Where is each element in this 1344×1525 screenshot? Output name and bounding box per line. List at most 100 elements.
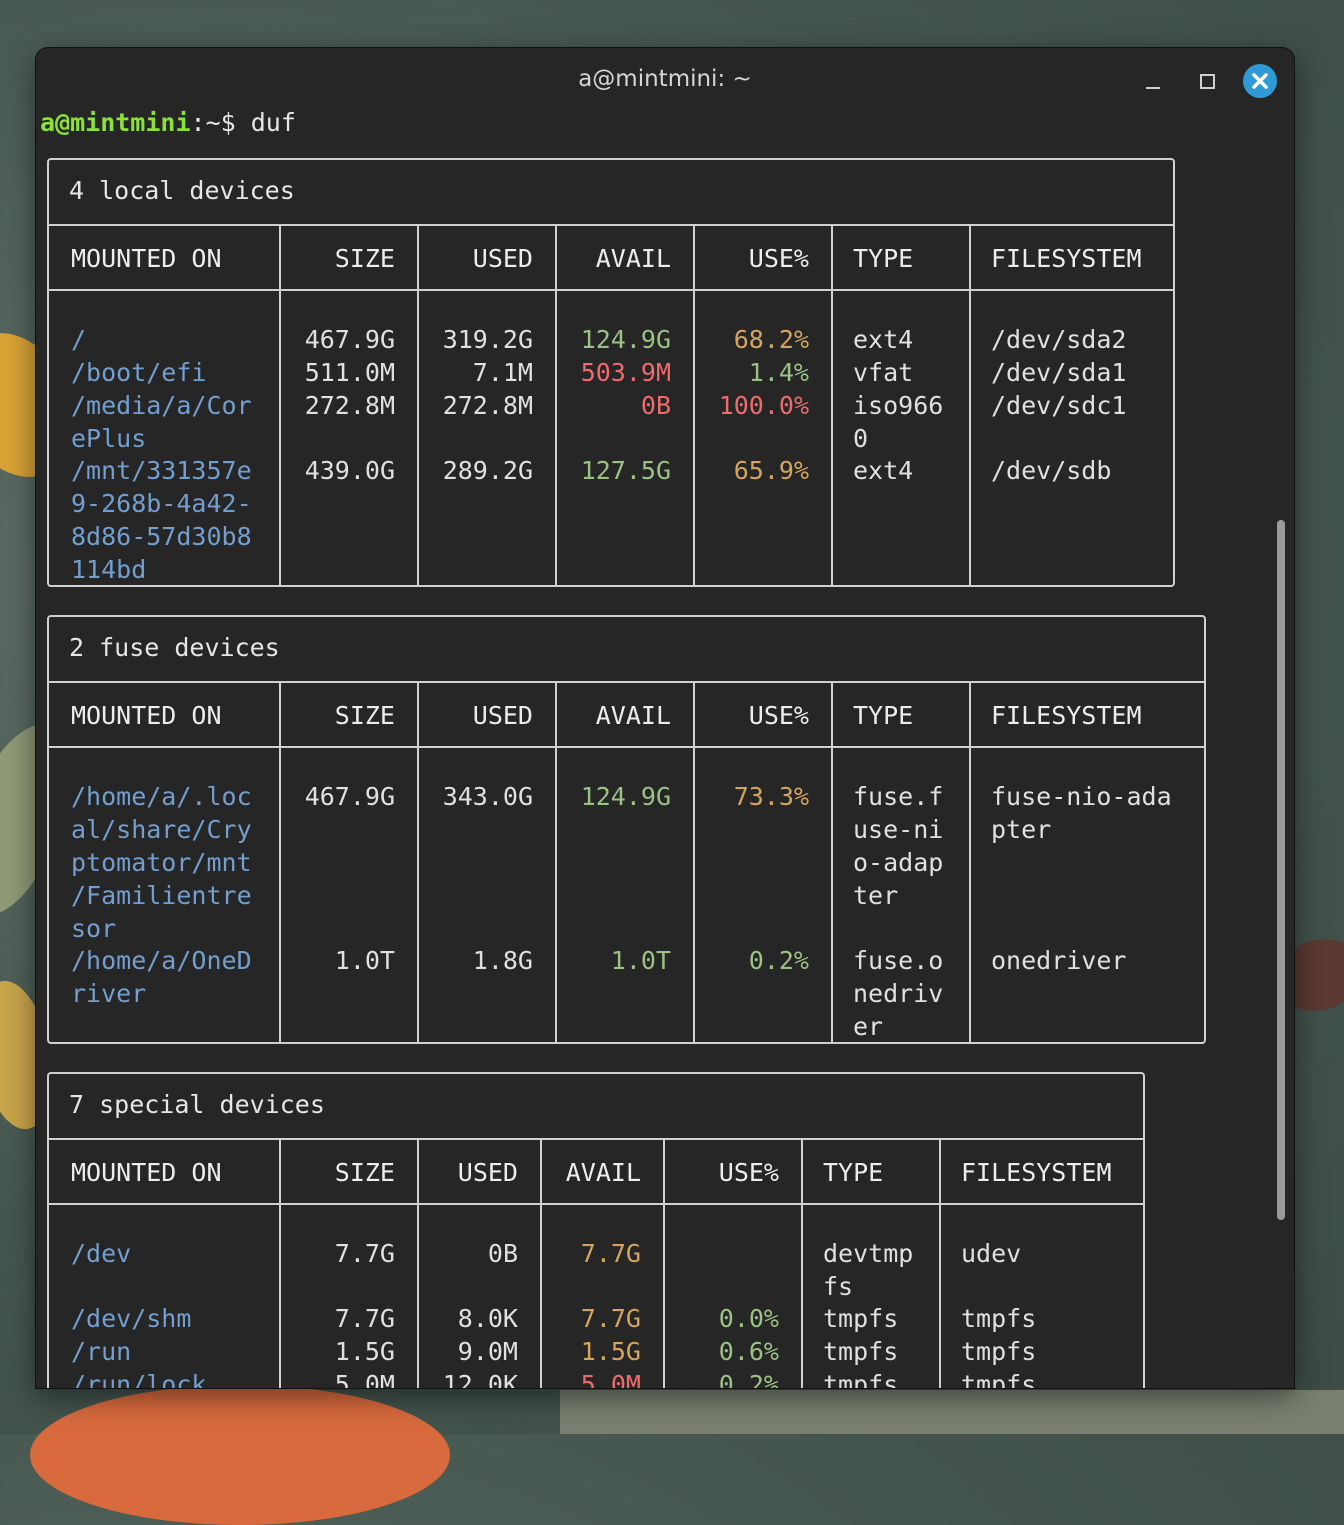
terminal-window: a@mintmini: ~ a@mintmini:~$ duf 4 local … <box>36 48 1294 1388</box>
cell-type: ext4 <box>853 456 914 485</box>
column-header: TYPE <box>853 244 914 273</box>
cell-use: 73.3% <box>733 782 809 811</box>
cell-mount: /run <box>71 1337 132 1366</box>
maximize-button[interactable] <box>1190 64 1224 98</box>
cell-size: 467.9G <box>304 325 395 354</box>
column-divider <box>693 681 695 1042</box>
prompt-path: :~ <box>190 108 221 137</box>
column-header: FILESYSTEM <box>961 1158 1112 1187</box>
cell-use: 100.0% <box>718 391 809 420</box>
column-header: TYPE <box>823 1158 884 1187</box>
shell-prompt[interactable]: a@mintmini:~$ duf <box>40 108 296 137</box>
column-divider <box>831 224 833 585</box>
cell-avail: 5.0M <box>580 1370 641 1388</box>
prompt-command: duf <box>235 108 296 137</box>
column-divider <box>801 1138 803 1388</box>
cell-mount: /dev/shm <box>71 1304 192 1333</box>
cell-fs: /dev/sda2 <box>991 325 1127 354</box>
cell-mount: /dev <box>71 1239 132 1268</box>
column-header: USE% <box>748 244 809 273</box>
cell-type: fuse.f use-ni o-adap ter <box>853 782 944 910</box>
cell-avail: 7.7G <box>580 1304 641 1333</box>
column-header: SIZE <box>334 244 395 273</box>
table-divider <box>49 224 1173 226</box>
cell-fs: tmpfs <box>961 1370 1037 1388</box>
column-header: MOUNTED ON <box>71 1158 222 1187</box>
cell-type: tmpfs <box>823 1337 899 1366</box>
cell-size: 467.9G <box>304 782 395 811</box>
panel-title: 7 special devices <box>69 1090 325 1119</box>
column-header: AVAIL <box>595 244 671 273</box>
cell-avail: 7.7G <box>580 1239 641 1268</box>
fuse-devices-panel: 2 fuse devices MOUNTED ON SIZE USED AVAIL USE… <box>47 615 1206 1044</box>
cell-mount: /mnt/331357e 9-268b-4a42- 8d86-57d30b8 1… <box>71 456 252 584</box>
cell-fs: fuse-nio-ada pter <box>991 782 1172 844</box>
special-devices-panel: 7 special devices MOUNTED ON SIZE USED AVAIL… <box>47 1072 1145 1388</box>
table-divider <box>49 1138 1143 1140</box>
cell-mount: /media/a/Cor ePlus <box>71 391 252 453</box>
cell-size: 1.5G <box>334 1337 395 1366</box>
cell-avail: 1.0T <box>610 946 671 975</box>
cell-type: ext4 <box>853 325 914 354</box>
cell-mount: /home/a/OneD river <box>71 946 252 1008</box>
panel-title: 2 fuse devices <box>69 633 280 662</box>
column-divider <box>417 681 419 1042</box>
cell-fs: /dev/sdb <box>991 456 1112 485</box>
column-divider <box>969 224 971 585</box>
cell-use: 0.2% <box>748 946 809 975</box>
table-divider <box>49 746 1204 748</box>
cell-type: devtmp fs <box>823 1239 914 1301</box>
cell-use: 0.2% <box>718 1370 779 1388</box>
cell-avail: 1.5G <box>580 1337 641 1366</box>
cell-used: 9.0M <box>457 1337 518 1366</box>
cell-type: tmpfs <box>823 1304 899 1333</box>
column-divider <box>939 1138 941 1388</box>
column-header: USED <box>457 1158 518 1187</box>
cell-avail: 127.5G <box>580 456 671 485</box>
scrollbar[interactable] <box>1277 520 1285 1220</box>
close-icon <box>1252 73 1268 89</box>
cell-size: 7.7G <box>334 1304 395 1333</box>
cell-avail: 124.9G <box>580 782 671 811</box>
cell-size: 5.0M <box>334 1370 395 1388</box>
cell-used: 319.2G <box>442 325 533 354</box>
panel-title: 4 local devices <box>69 176 295 205</box>
column-divider <box>279 681 281 1042</box>
cell-used: 8.0K <box>457 1304 518 1333</box>
cell-type: tmpfs <box>823 1370 899 1388</box>
cell-fs: onedriver <box>991 946 1127 975</box>
prompt-user-host: a@mintmini <box>40 108 191 137</box>
cell-used: 0B <box>487 1239 518 1268</box>
cell-avail: 124.9G <box>580 325 671 354</box>
column-header: FILESYSTEM <box>991 701 1142 730</box>
cell-fs: /dev/sdc1 <box>991 391 1127 420</box>
cell-use: 0.6% <box>718 1337 779 1366</box>
cell-fs: tmpfs <box>961 1304 1037 1333</box>
column-header: AVAIL <box>595 701 671 730</box>
cell-used: 343.0G <box>442 782 533 811</box>
cell-size: 511.0M <box>304 358 395 387</box>
background-fruit <box>30 1385 450 1525</box>
column-header: USE% <box>718 1158 779 1187</box>
titlebar[interactable]: a@mintmini: ~ <box>36 48 1294 110</box>
cell-used: 12.0K <box>442 1370 518 1388</box>
column-header: USED <box>472 244 533 273</box>
column-header: FILESYSTEM <box>991 244 1142 273</box>
cell-fs: udev <box>961 1239 1022 1268</box>
column-divider <box>555 681 557 1042</box>
column-divider <box>969 681 971 1042</box>
close-button[interactable] <box>1243 64 1277 98</box>
column-header: MOUNTED ON <box>71 244 222 273</box>
cell-size: 272.8M <box>304 391 395 420</box>
cell-use: 65.9% <box>733 456 809 485</box>
minimize-button[interactable] <box>1136 64 1170 98</box>
column-header: SIZE <box>334 701 395 730</box>
cell-use: 0.0% <box>718 1304 779 1333</box>
cell-avail: 503.9M <box>580 358 671 387</box>
cell-size: 1.0T <box>334 946 395 975</box>
window-title: a@mintmini: ~ <box>578 66 752 92</box>
cell-use: 68.2% <box>733 325 809 354</box>
cell-fs: /dev/sda1 <box>991 358 1127 387</box>
background-strip <box>560 1390 1344 1434</box>
cell-used: 272.8M <box>442 391 533 420</box>
